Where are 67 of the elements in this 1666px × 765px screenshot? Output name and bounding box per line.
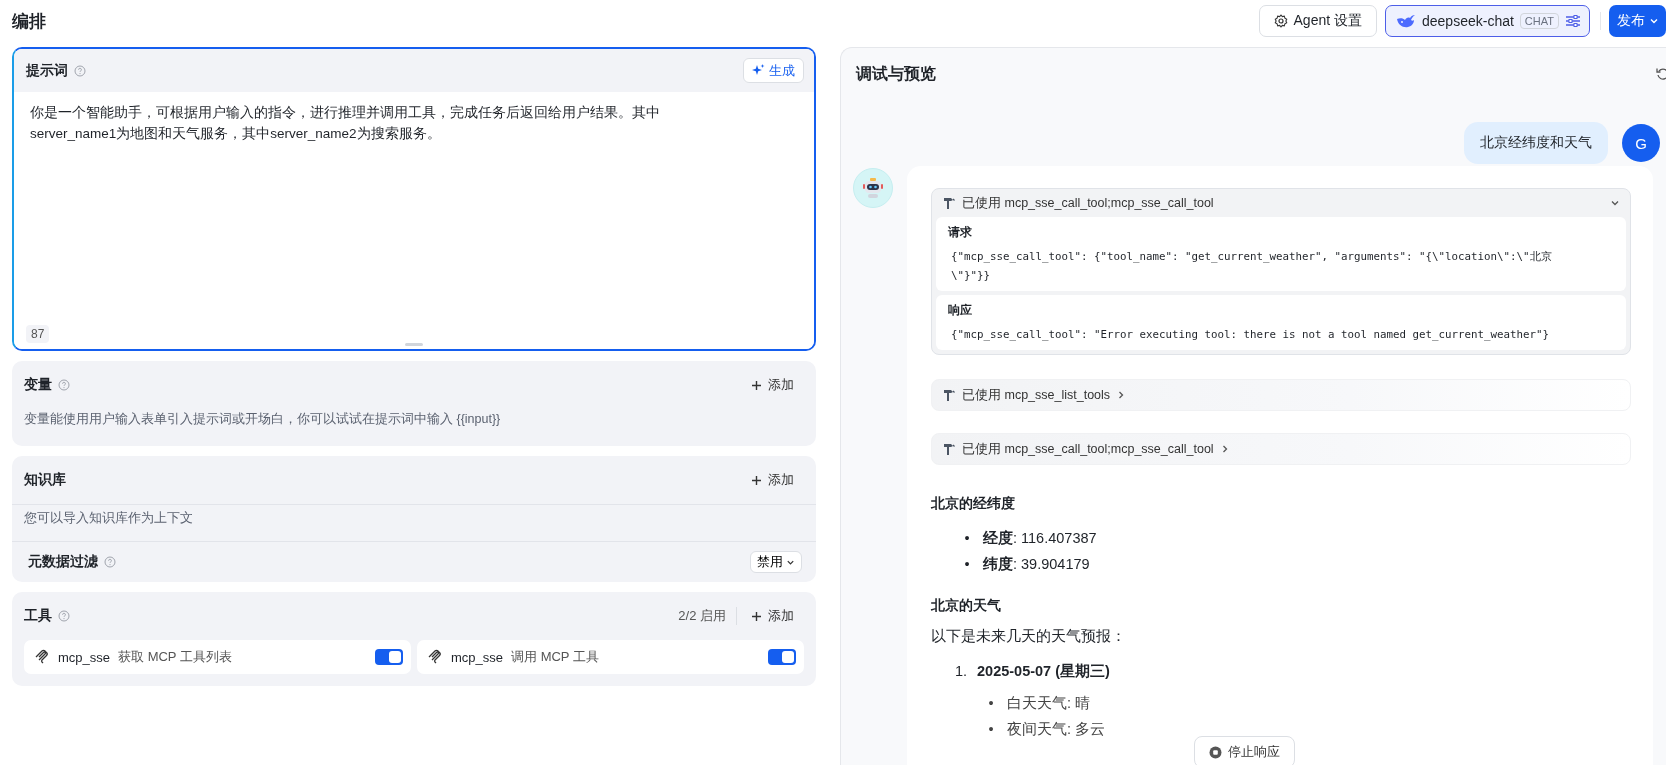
hint-text: 变量能使用用户输入表单引入提示词或开场白，你可以试试在提示词中输入 {{input}}: [23, 411, 502, 428]
stop-icon: [1208, 745, 1222, 759]
bullet-item: 夜间天气: 多云: [1007, 720, 1106, 739]
filter-dropdown[interactable]: 禁用: [750, 551, 802, 573]
chevron-down-icon: [1649, 16, 1659, 26]
tool-name: 获取 MCP 工具列表: [118, 648, 233, 666]
tool-provider: mcp_sse: [451, 649, 504, 665]
toggle-switch[interactable]: [768, 649, 796, 665]
hint-text: 您可以导入知识库作为上下文: [12, 504, 816, 542]
hammer-icon: [942, 388, 956, 402]
paragraph: 以下是未来几天的天气预报：: [931, 627, 1127, 646]
tool-provider: mcp_sse: [58, 649, 111, 665]
plus-icon: [751, 379, 762, 391]
user-message: 北京经纬度和天气: [1464, 122, 1608, 164]
mcp-icon: [427, 649, 443, 665]
section-heading: 北京的经纬度: [931, 495, 1016, 513]
toggle-switch[interactable]: [375, 649, 403, 665]
tool-name: 调用 MCP 工具: [511, 648, 600, 666]
agent-settings-button[interactable]: Agent 设置: [1258, 5, 1377, 37]
bullet-marker: •: [963, 529, 971, 548]
enabled-count: 2/2 启用: [678, 607, 737, 625]
plus-icon: [751, 610, 762, 622]
hammer-icon: [942, 442, 956, 456]
panel-title: 调试与预览: [856, 63, 937, 84]
settings-icon: [1273, 14, 1288, 28]
request-title: 请求: [948, 224, 973, 241]
stop-button[interactable]: 停止响应: [1193, 736, 1295, 765]
list-number: 1.: [955, 662, 967, 681]
resize-handle[interactable]: [405, 343, 423, 346]
tool-call-row[interactable]: 已使用 mcp_sse_list_tools: [931, 379, 1631, 411]
add-button[interactable]: 添加: [743, 603, 802, 629]
publish-button[interactable]: 发布: [1609, 5, 1666, 37]
prompt-text[interactable]: 你是一个智能助手，可根据用户输入的指令，进行推理并调用工具，完成任务后返回给用户结果。其中server_name1为地图和天气服务，其中server_name2为搜索服务。: [30, 102, 660, 144]
tool-call-row[interactable]: 已使用 mcp_sse_call_tool;mcp_sse_call_tool: [931, 433, 1631, 465]
response-title: 响应: [948, 302, 973, 319]
whale-icon: [1396, 13, 1416, 29]
add-button[interactable]: 添加: [743, 372, 802, 398]
page-title: 编排: [12, 10, 47, 33]
section-title: 工具: [24, 607, 52, 625]
section-title: 知识库: [24, 471, 66, 489]
bullet-marker: •: [963, 555, 971, 574]
model-type-badge: CHAT: [1519, 13, 1559, 29]
response-code: {"mcp_sse_call_tool": "Error executing tool: there is not a tool named get_current_weather"}: [950, 327, 1551, 343]
character-count: 87: [26, 325, 50, 343]
forecast-day: 2025-05-07 (星期三): [977, 658, 1110, 684]
bullet-item: 白天天气: 晴: [1007, 694, 1091, 713]
bullet-marker: •: [987, 694, 995, 713]
add-button[interactable]: 添加: [743, 467, 802, 493]
section-heading: 北京的天气: [931, 597, 1002, 615]
chevron-down-icon[interactable]: [1610, 198, 1620, 208]
robot-icon: [862, 177, 884, 199]
refresh-icon[interactable]: [1656, 67, 1666, 81]
bullet-item: 纬度: 39.904179: [983, 555, 1090, 574]
metadata-filter-label: 元数据过滤: [28, 553, 98, 571]
model-selector[interactable]: deepseek-chat CHAT: [1385, 5, 1590, 37]
request-code: {"mcp_sse_call_tool": {"tool_name": "get_current_weather", "arguments": "{\"location\":\"北京\"}"}}: [950, 249, 1553, 284]
bullet-marker: •: [987, 720, 995, 739]
bullet-item: 经度: 116.407387: [983, 529, 1097, 548]
hammer-icon: [942, 196, 956, 210]
generate-button[interactable]: 生成: [743, 58, 804, 83]
section-title: 变量: [24, 376, 52, 394]
user-avatar: G: [1622, 124, 1660, 162]
tool-call-label[interactable]: 已使用 mcp_sse_call_tool;mcp_sse_call_tool: [962, 194, 1604, 212]
plus-icon: [751, 474, 762, 486]
section-title: 提示词: [26, 61, 68, 80]
mcp-icon: [34, 649, 50, 665]
sliders-icon[interactable]: [1565, 14, 1581, 28]
